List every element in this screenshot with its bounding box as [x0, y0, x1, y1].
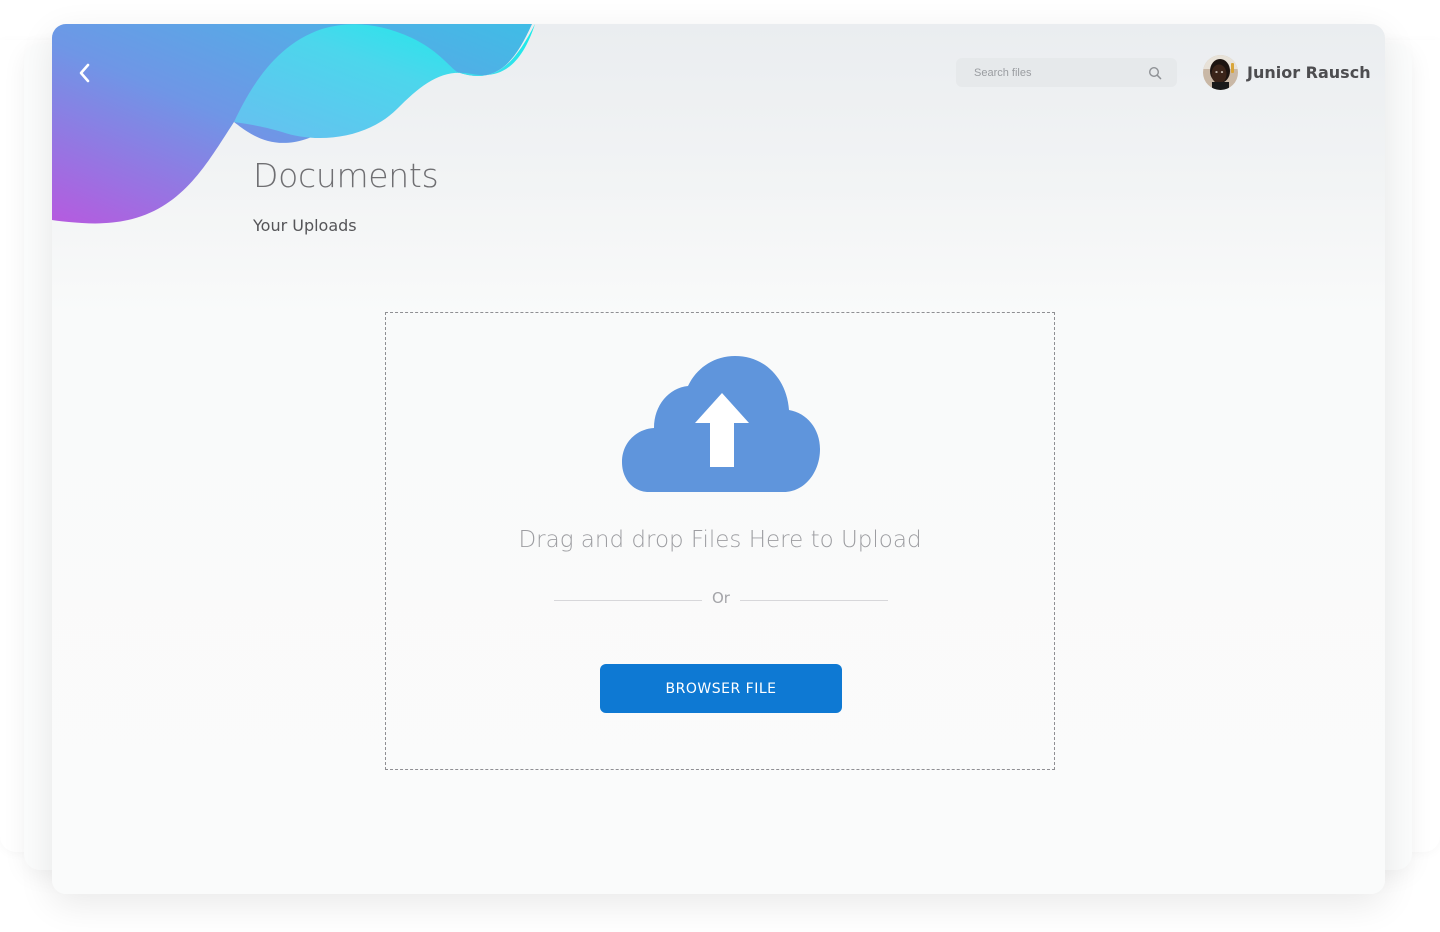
page-title: Documents: [253, 156, 439, 195]
back-chevron-icon[interactable]: [74, 60, 96, 86]
search-input[interactable]: [956, 58, 1154, 87]
avatar: [1203, 54, 1238, 90]
search-icon[interactable]: [1148, 66, 1162, 80]
user-profile[interactable]: Junior Rausch: [1203, 53, 1371, 91]
browse-file-button[interactable]: BROWSER FILE: [600, 664, 842, 713]
user-name: Junior Rausch: [1247, 62, 1371, 82]
dropzone-instruction: Drag and drop Files Here to Upload: [518, 527, 922, 553]
page-subtitle: Your Uploads: [253, 216, 357, 235]
search-box: [956, 58, 1177, 87]
file-dropzone[interactable]: Drag and drop Files Here to Upload Or BR…: [385, 312, 1055, 770]
divider-line-right: [740, 600, 888, 601]
upload-panel: Documents Your Uploads Junior Rausch: [52, 24, 1385, 894]
decorative-gradient-blob: [52, 24, 535, 224]
or-divider: Or: [554, 589, 888, 609]
or-label: Or: [712, 589, 730, 607]
divider-line-left: [554, 600, 702, 601]
cloud-upload-icon: [622, 356, 820, 492]
